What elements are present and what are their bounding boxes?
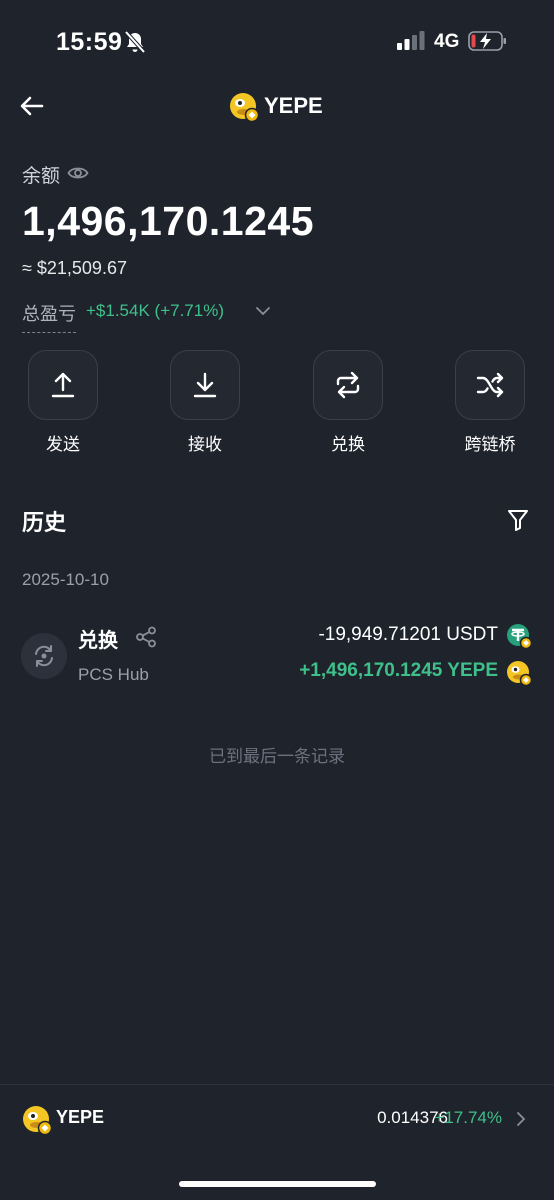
battery-charging-icon	[468, 31, 506, 51]
network-type: 4G	[434, 31, 460, 52]
balance-amount: 1,496,170.1245	[22, 198, 314, 244]
total-pnl-value: +$1.54K (+7.71%)	[86, 301, 224, 320]
end-of-records-note: 已到最后一条记录	[209, 747, 345, 766]
receive-button[interactable]: 接收	[170, 350, 242, 454]
swap-button[interactable]: 兑换	[313, 350, 385, 454]
chevron-right-icon[interactable]	[514, 1110, 528, 1128]
transaction-in-amount: +1,496,170.1245 YEPE	[299, 660, 498, 681]
download-icon	[193, 372, 217, 398]
shuffle-icon	[476, 372, 504, 398]
usdt-coin-icon	[507, 624, 532, 649]
yepe-coin-icon	[507, 661, 532, 686]
swap-transaction-icon	[21, 633, 67, 679]
token-price-change: +17.74%	[434, 1108, 502, 1127]
swap-label: 兑换	[331, 435, 365, 454]
bridge-label: 跨链桥	[464, 435, 516, 454]
back-arrow-icon[interactable]	[18, 92, 46, 120]
transaction-type[interactable]: 兑换	[78, 624, 118, 653]
transaction-source: PCS Hub	[78, 665, 149, 684]
page-title: YEPE	[264, 93, 323, 118]
home-indicator[interactable]	[179, 1181, 376, 1187]
status-time: 15:59	[56, 28, 123, 56]
signal-icon	[397, 31, 425, 50]
token-name[interactable]: YEPE	[56, 1107, 104, 1128]
swap-icon	[336, 371, 360, 399]
history-title: 历史	[22, 510, 67, 535]
upload-icon	[51, 372, 75, 398]
chevron-down-icon[interactable]	[254, 303, 272, 319]
bridge-button[interactable]: 跨链桥	[455, 350, 527, 454]
total-pnl-label[interactable]: 总盈亏	[22, 300, 76, 333]
yepe-coin-icon	[23, 1106, 52, 1135]
transaction-out-amount: -19,949.71201 USDT	[318, 624, 498, 645]
history-date: 2025-10-10	[22, 570, 109, 589]
bell-muted-icon	[124, 30, 146, 54]
balance-label: 余额	[22, 166, 61, 187]
yepe-coin-icon	[230, 93, 259, 122]
send-label: 发送	[46, 435, 80, 454]
receive-label: 接收	[188, 435, 222, 454]
balance-usd: ≈ $21,509.67	[22, 258, 127, 278]
share-icon[interactable]	[135, 626, 157, 648]
eye-icon[interactable]	[67, 164, 89, 182]
send-button[interactable]: 发送	[28, 350, 100, 454]
filter-icon[interactable]	[507, 508, 529, 532]
divider	[0, 1084, 554, 1085]
